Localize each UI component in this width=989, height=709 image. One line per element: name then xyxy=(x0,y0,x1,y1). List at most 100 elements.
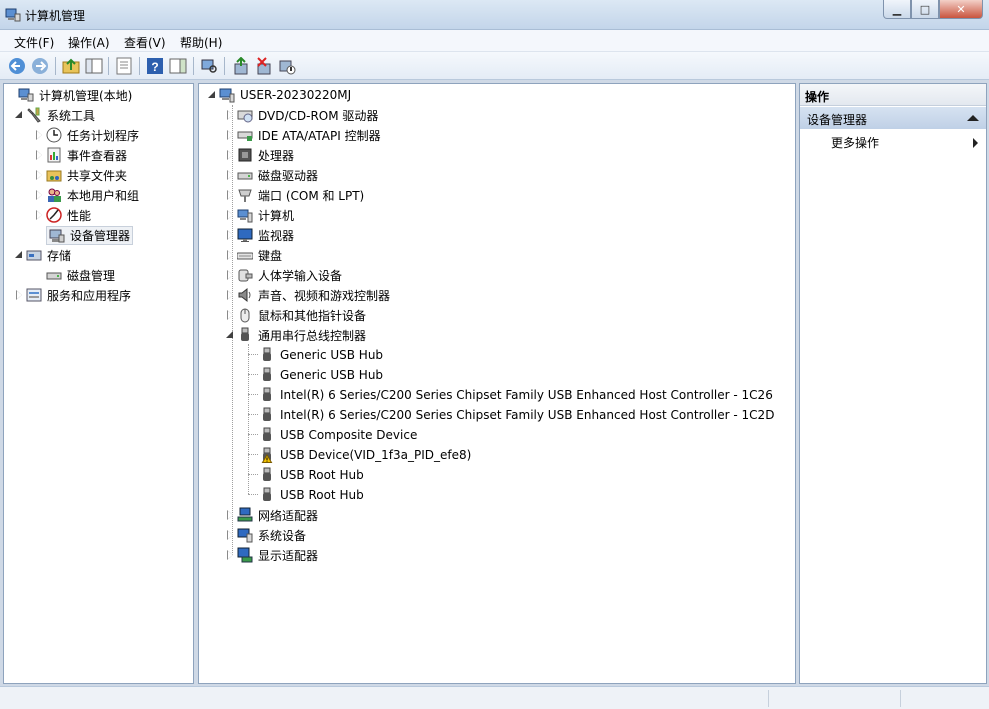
usb-device-label: USB Device(VID_1f3a_PID_efe8) xyxy=(280,448,472,462)
device-category-keyboard[interactable]: 键盘 xyxy=(225,245,282,265)
speaker-icon xyxy=(238,287,251,303)
device-category-system[interactable]: 系统设备 xyxy=(225,525,306,545)
forward-icon[interactable] xyxy=(31,57,49,75)
device-category-mouse[interactable]: 鼠标和其他指针设备 xyxy=(225,305,366,325)
device-tree-root[interactable]: USER-20230220MJ xyxy=(207,85,351,105)
back-icon[interactable] xyxy=(8,57,26,75)
device-category-sound[interactable]: 声音、视频和游戏控制器 xyxy=(225,285,390,305)
collapse-arrow-icon[interactable] xyxy=(14,250,24,260)
tree-item-storage[interactable]: 存储 xyxy=(14,245,71,265)
usb-icon xyxy=(263,467,271,481)
collapse-up-icon[interactable] xyxy=(967,115,979,121)
more-actions-link[interactable]: 更多操作 xyxy=(831,134,879,151)
expand-arrow-icon[interactable] xyxy=(225,530,235,540)
scan-hardware-icon[interactable] xyxy=(200,57,218,75)
usb-device[interactable]: Generic USB Hub xyxy=(259,345,383,365)
update-driver-icon[interactable] xyxy=(232,57,250,75)
usb-device[interactable]: Generic USB Hub xyxy=(259,365,383,385)
device-category-monitor[interactable]: 监视器 xyxy=(225,225,294,245)
expand-arrow-icon[interactable] xyxy=(225,170,235,180)
tree-item-label: 存储 xyxy=(47,248,72,263)
expand-arrow-icon[interactable] xyxy=(225,130,235,140)
usb-icon xyxy=(263,407,271,421)
expand-arrow-icon[interactable] xyxy=(225,150,235,160)
tree-item-task-scheduler[interactable]: 任务计划程序 xyxy=(34,125,139,145)
device-category-label: 通用串行总线控制器 xyxy=(258,328,367,343)
expand-arrow-icon[interactable] xyxy=(14,290,24,300)
expand-arrow-icon[interactable] xyxy=(34,210,44,220)
status-bar xyxy=(0,686,989,709)
expand-arrow-icon[interactable] xyxy=(34,190,44,200)
usb-device[interactable]: Intel(R) 6 Series/C200 Series Chipset Fa… xyxy=(259,385,773,405)
collapse-arrow-icon[interactable] xyxy=(207,90,217,100)
expand-arrow-icon[interactable] xyxy=(225,510,235,520)
device-category-computer[interactable]: 计算机 xyxy=(225,205,294,225)
expand-arrow-icon[interactable] xyxy=(225,310,235,320)
usb-device[interactable]: USB Root Hub xyxy=(259,485,364,505)
menu-view[interactable]: 查看(V) xyxy=(124,34,166,51)
usb-device[interactable]: USB Root Hub xyxy=(259,465,364,485)
expand-arrow-icon[interactable] xyxy=(225,230,235,240)
device-category-network[interactable]: 网络适配器 xyxy=(225,505,318,525)
task-scheduler-icon xyxy=(46,127,62,143)
device-category-ide[interactable]: IDE ATA/ATAPI 控制器 xyxy=(225,125,381,145)
tree-item-disk-management[interactable]: 磁盘管理 xyxy=(34,265,115,285)
usb-device[interactable]: USB Composite Device xyxy=(259,425,417,445)
tree-item-system-tools[interactable]: 系统工具 xyxy=(14,105,95,125)
show-hide-tree-icon[interactable] xyxy=(85,57,103,75)
tree-item-device-manager[interactable]: 设备管理器 xyxy=(34,225,134,245)
expand-arrow-icon[interactable] xyxy=(225,210,235,220)
device-category-disk[interactable]: 磁盘驱动器 xyxy=(225,165,318,185)
up-folder-icon[interactable] xyxy=(62,57,80,75)
disk-management-icon xyxy=(46,272,62,280)
actions-group-label: 设备管理器 xyxy=(807,113,868,127)
device-category-processor[interactable]: 处理器 xyxy=(225,145,294,165)
disable-device-icon[interactable] xyxy=(278,57,296,75)
usb-device-label: Intel(R) 6 Series/C200 Series Chipset Fa… xyxy=(280,388,773,402)
submenu-arrow-icon[interactable] xyxy=(973,138,978,148)
device-category-label: 处理器 xyxy=(258,148,295,163)
menu-action[interactable]: 操作(A) xyxy=(68,34,110,51)
help-icon[interactable]: ? xyxy=(146,57,164,75)
expand-arrow-icon[interactable] xyxy=(225,190,235,200)
tree-item-label: 事件查看器 xyxy=(67,148,128,163)
close-button[interactable]: ✕ xyxy=(939,0,983,19)
menu-file[interactable]: 文件(F) xyxy=(14,34,54,51)
menu-help[interactable]: 帮助(H) xyxy=(180,34,222,51)
usb-device-warning[interactable]: USB Device(VID_1f3a_PID_efe8) xyxy=(259,445,471,465)
tree-item-shared-folders[interactable]: 共享文件夹 xyxy=(34,165,127,185)
collapse-arrow-icon[interactable] xyxy=(225,330,235,340)
actions-group-device-manager[interactable]: 设备管理器 xyxy=(800,107,986,129)
expand-arrow-icon[interactable] xyxy=(34,130,44,140)
tree-item-local-users[interactable]: 本地用户和组 xyxy=(34,185,139,205)
minimize-icon: ▁ xyxy=(892,2,902,16)
expand-arrow-icon[interactable] xyxy=(34,150,44,160)
maximize-button[interactable]: □ xyxy=(911,0,939,19)
tree-item-computer-management[interactable]: 计算机管理(本地) xyxy=(6,85,132,105)
show-action-pane-icon[interactable] xyxy=(169,57,187,75)
device-category-ports[interactable]: 端口 (COM 和 LPT) xyxy=(225,185,364,205)
expand-arrow-icon[interactable] xyxy=(225,270,235,280)
tree-item-label: 设备管理器 xyxy=(70,228,131,243)
device-category-usb[interactable]: 通用串行总线控制器 xyxy=(225,325,366,345)
collapse-arrow-icon[interactable] xyxy=(14,110,24,120)
tree-item-services-apps[interactable]: 服务和应用程序 xyxy=(14,285,131,305)
display-adapter-icon xyxy=(237,547,253,563)
minimize-button[interactable]: ▁ xyxy=(883,0,911,19)
export-list-icon[interactable] xyxy=(115,57,133,75)
expand-arrow-icon[interactable] xyxy=(34,170,44,180)
expand-arrow-icon[interactable] xyxy=(225,250,235,260)
uninstall-icon[interactable] xyxy=(255,57,273,75)
usb-device[interactable]: Intel(R) 6 Series/C200 Series Chipset Fa… xyxy=(259,405,774,425)
device-category-hid[interactable]: 人体学输入设备 xyxy=(225,265,342,285)
device-category-display[interactable]: 显示适配器 xyxy=(225,545,318,565)
tree-item-performance[interactable]: 性能 xyxy=(34,205,91,225)
expand-arrow-icon[interactable] xyxy=(225,290,235,300)
performance-icon xyxy=(46,207,62,223)
expand-arrow-icon[interactable] xyxy=(225,550,235,560)
device-category-dvd[interactable]: DVD/CD-ROM 驱动器 xyxy=(225,105,378,125)
tree-item-label: 共享文件夹 xyxy=(67,168,128,183)
usb-icon xyxy=(263,367,271,381)
expand-arrow-icon[interactable] xyxy=(225,110,235,120)
tree-item-event-viewer[interactable]: 事件查看器 xyxy=(34,145,127,165)
